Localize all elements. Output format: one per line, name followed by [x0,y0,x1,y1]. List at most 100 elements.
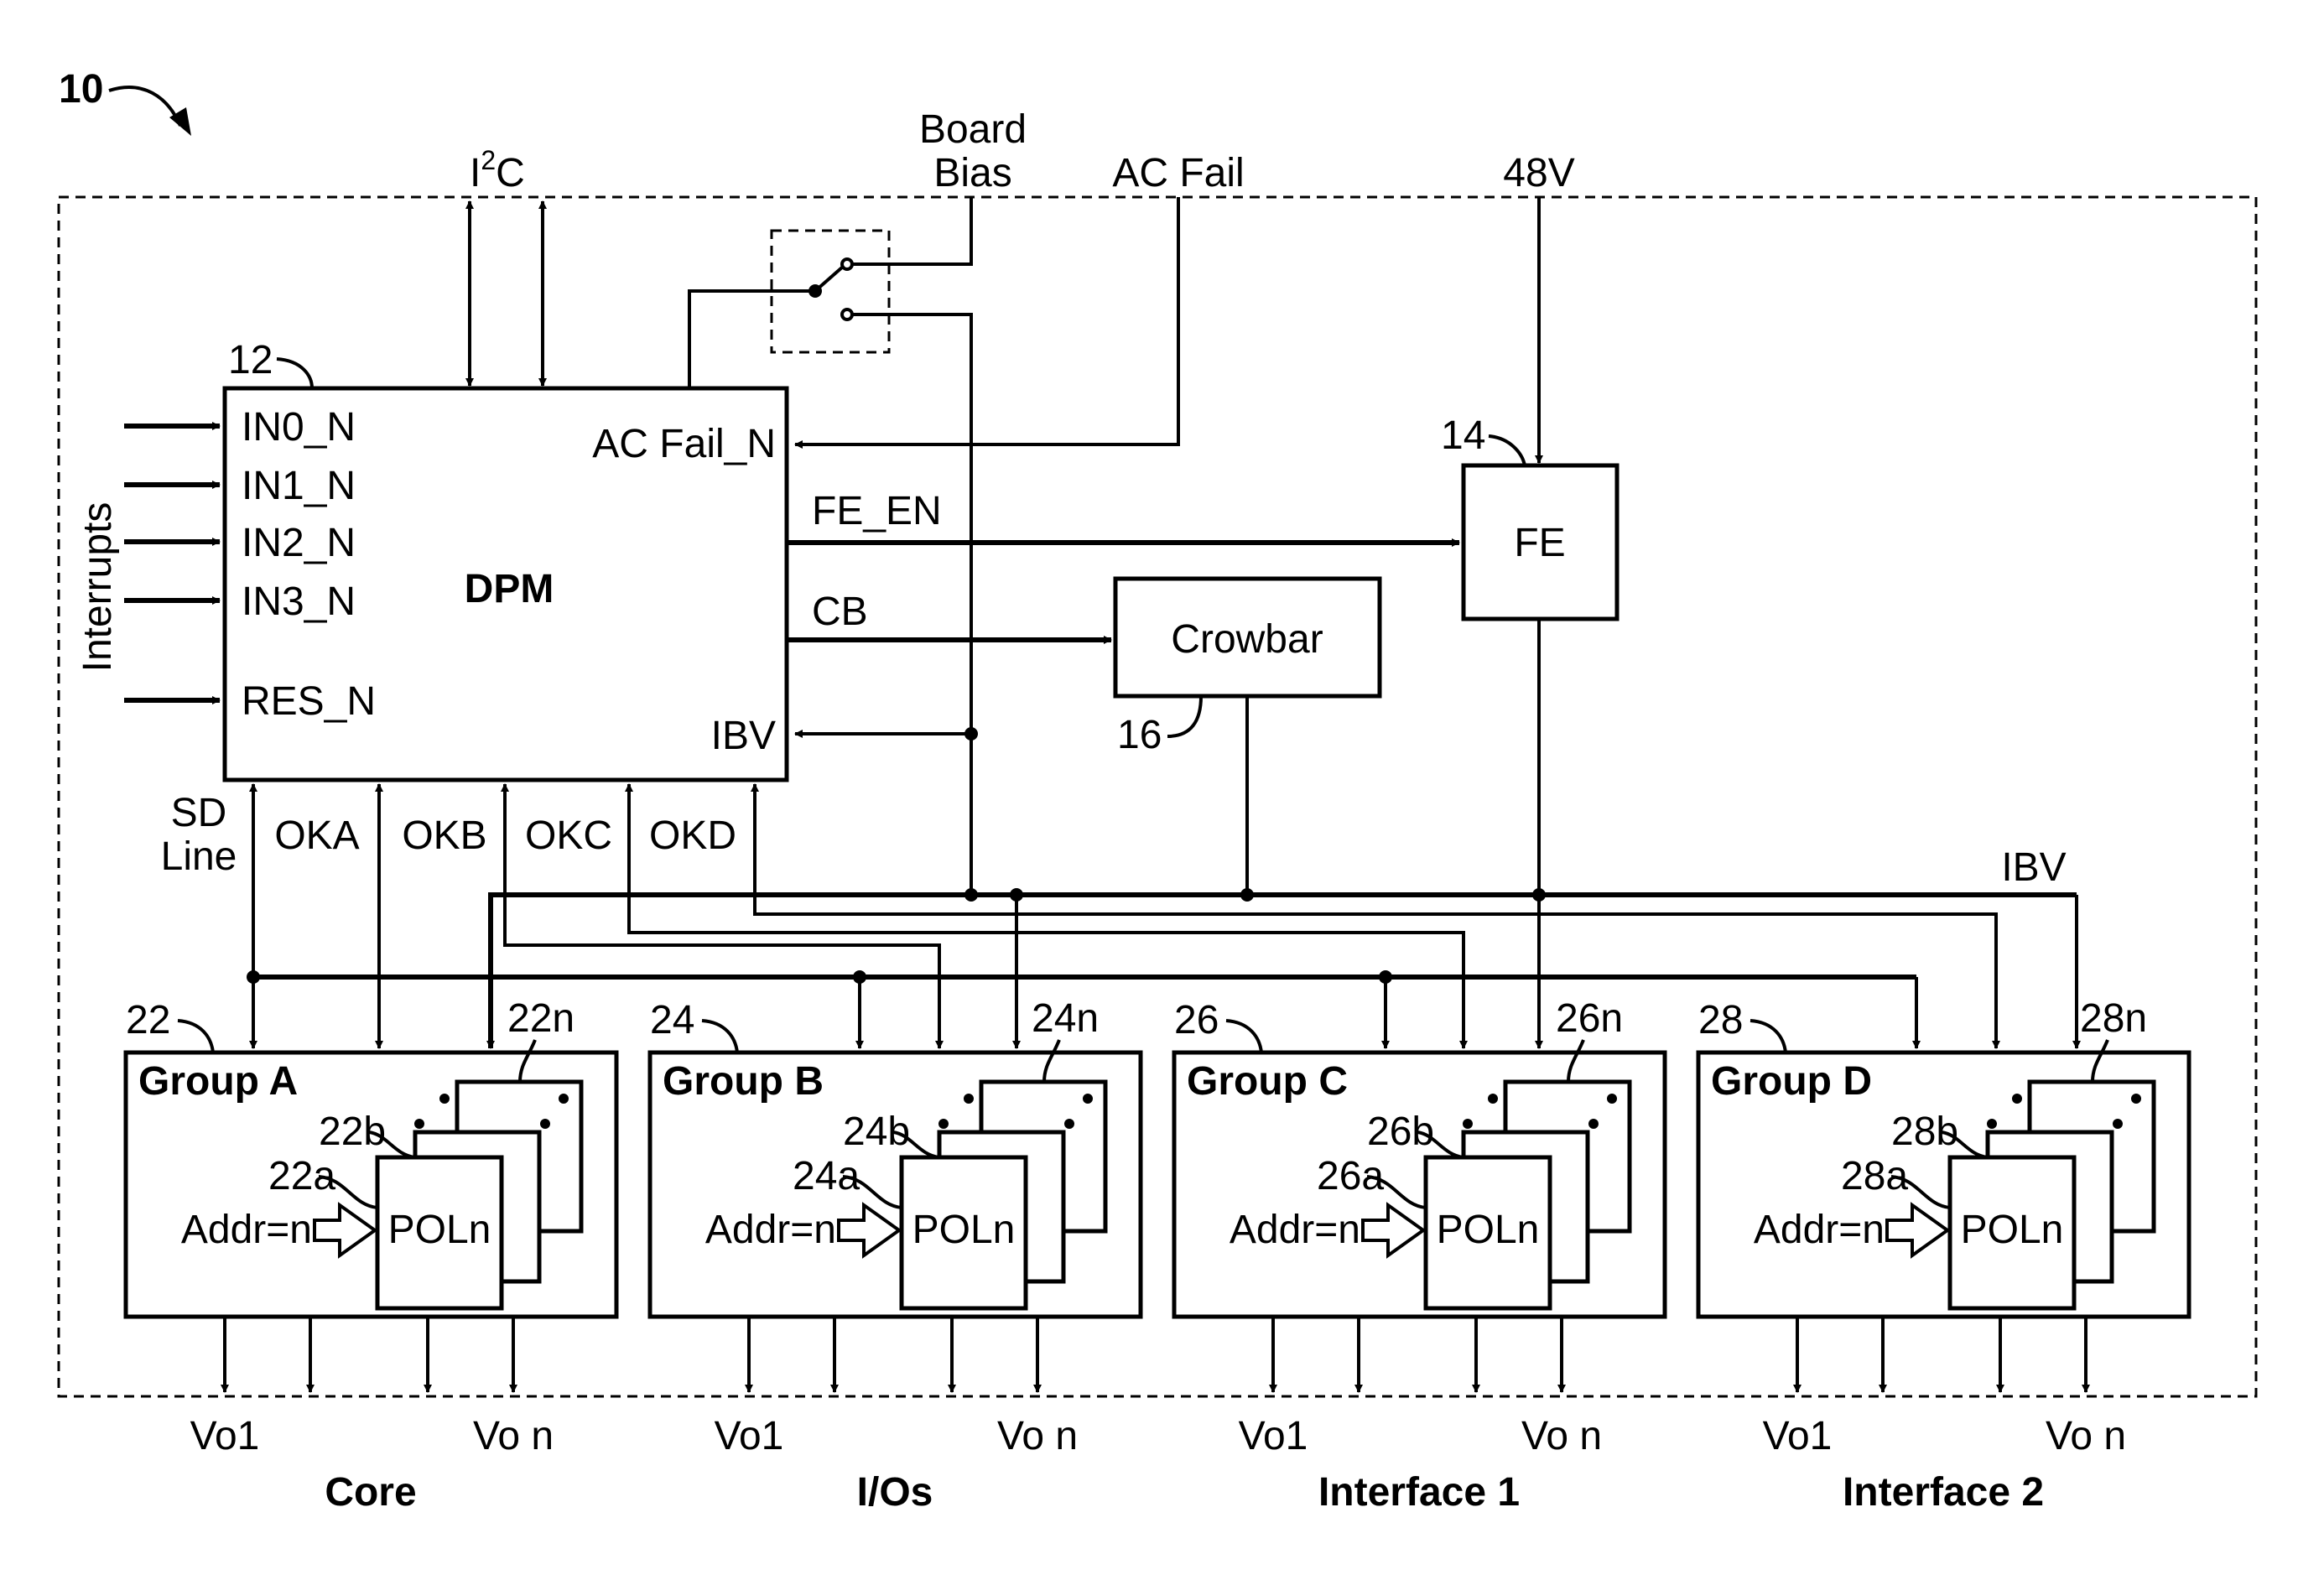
ellipsis-dot [1607,1094,1617,1104]
group-block: 26Group CPOLnAddr=n26a26b26nVo1 Vo nInter… [1172,996,1667,1515]
ellipsis-dot [964,1094,974,1104]
output-last-label: Vo n [997,1414,1078,1458]
switch-common-wire [688,289,814,388]
ellipsis-dot [559,1094,569,1104]
ellipsis-dot [1987,1119,1997,1129]
svg-text:I2C: I2C [470,145,525,195]
ellipsis-dot [439,1094,450,1104]
pol-label: POLn [1961,1208,2064,1252]
pol-n-ref: 26n [1556,996,1623,1041]
okd-label: OKD [649,813,736,858]
output-first-label: Vo1 [715,1414,784,1458]
group-ref-leader [1225,1019,1263,1053]
address-label: Addr=n [705,1208,836,1252]
output-last-label: Vo n [1521,1414,1602,1458]
ac-fail-n-pin: AC Fail_N [592,422,776,466]
ellipsis-dot [1488,1094,1498,1104]
figure-ref-leader [108,86,182,127]
res-label: RES_N [242,679,376,724]
pol-n-ref: 22n [507,996,575,1041]
load-domain-label: Interface 1 [1318,1470,1520,1515]
group-ref: 24 [650,998,694,1042]
okb-label: OKB [402,813,486,858]
pol-n-ref: 28n [2080,996,2147,1041]
pol-label: POLn [912,1208,1016,1252]
ellipsis-dot [938,1119,949,1129]
load-domain-label: Interface 2 [1843,1470,2044,1515]
in0-label: IN0_N [242,405,356,450]
board-bias-label-line1: Board [919,107,1027,152]
crowbar-ref: 16 [1117,713,1162,757]
ellipsis-dot [2012,1094,2022,1104]
output-first-label: Vo1 [1239,1414,1308,1458]
pol-groups: 22Group APOLnAddr=n22a22b22nVo1 Vo nCore2… [123,996,2191,1515]
oka-label: OKA [274,813,359,858]
sd-line-label-1: SD [171,791,227,835]
fe-label: FE [1514,521,1565,565]
address-label: Addr=n [1754,1208,1885,1252]
pol-b-ref: 26b [1367,1110,1434,1154]
ibv-vertical-wire [852,313,973,895]
fe-ref-leader [1488,434,1526,466]
group-title: Group A [138,1059,298,1104]
ac-fail-label: AC Fail [1112,151,1244,195]
group-title: Group B [663,1059,824,1104]
output-last-label: Vo n [473,1414,554,1458]
ellipsis-dot [1064,1119,1074,1129]
group-ref-leader [177,1019,215,1053]
output-first-label: Vo1 [1763,1414,1833,1458]
board-bias-label-line2: Bias [933,151,1011,195]
switch-contact-1 [840,257,854,271]
group-block: 28Group DPOLnAddr=n28a28b28nVo1 Vo nInter… [1696,996,2191,1515]
group-ref: 26 [1174,998,1219,1042]
figure-ref-number: 10 [59,67,103,112]
address-label: Addr=n [181,1208,312,1252]
ibv-bus [488,892,2077,1048]
48v-label: 48V [1503,151,1574,195]
ellipsis-dot [1463,1119,1473,1129]
pol-n-ref: 24n [1032,996,1099,1041]
pol-b-ref: 28b [1891,1110,1958,1154]
ac-fail-wire [794,197,1180,449]
sd-line-label-2: Line [161,834,237,879]
ellipsis-dot [2131,1094,2141,1104]
in1-label: IN1_N [242,464,356,508]
output-last-label: Vo n [2046,1414,2126,1458]
ellipsis-dot [1588,1119,1599,1129]
in3-label: IN3_N [242,580,356,624]
interrupts-label: Interrupts [75,502,120,673]
dpm-title: DPM [465,567,554,611]
ibv-pin: IBV [711,714,776,758]
board-bias-wire [852,197,973,266]
pol-label: POLn [1437,1208,1540,1252]
fe-en-label: FE_EN [812,489,942,533]
sd-junction-a [247,970,260,984]
load-domain-label: I/Os [857,1470,933,1515]
group-block: 22Group APOLnAddr=n22a22b22nVo1 Vo nCore [123,996,619,1515]
fe-ref: 14 [1441,413,1485,458]
ellipsis-dot [1083,1094,1093,1104]
crowbar-label: Crowbar [1171,617,1323,662]
group-ref: 28 [1698,998,1743,1042]
output-first-label: Vo1 [190,1414,260,1458]
dpm-ref: 12 [228,338,273,382]
ellipsis-dot [2113,1119,2123,1129]
group-ref-leader [701,1019,739,1053]
group-title: Group C [1187,1059,1348,1104]
pol-b-ref: 24b [843,1110,910,1154]
address-label: Addr=n [1230,1208,1360,1252]
ellipsis-dot [540,1119,550,1129]
in2-label: IN2_N [242,521,356,565]
pol-label: POLn [388,1208,491,1252]
switch-blade [814,265,845,293]
crowbar-ref-leader [1167,695,1203,738]
group-ref: 22 [126,998,170,1042]
i2c-label: I2C [470,145,525,195]
okc-label: OKC [525,813,612,858]
cb-label: CB [812,590,868,634]
load-domain-label: Core [325,1470,416,1515]
ellipsis-dot [414,1119,424,1129]
group-title: Group D [1711,1059,1872,1104]
switch-contact-2 [840,308,854,321]
group-block: 24Group BPOLnAddr=n24a24b24nVo1 Vo nI/Os [647,996,1143,1515]
